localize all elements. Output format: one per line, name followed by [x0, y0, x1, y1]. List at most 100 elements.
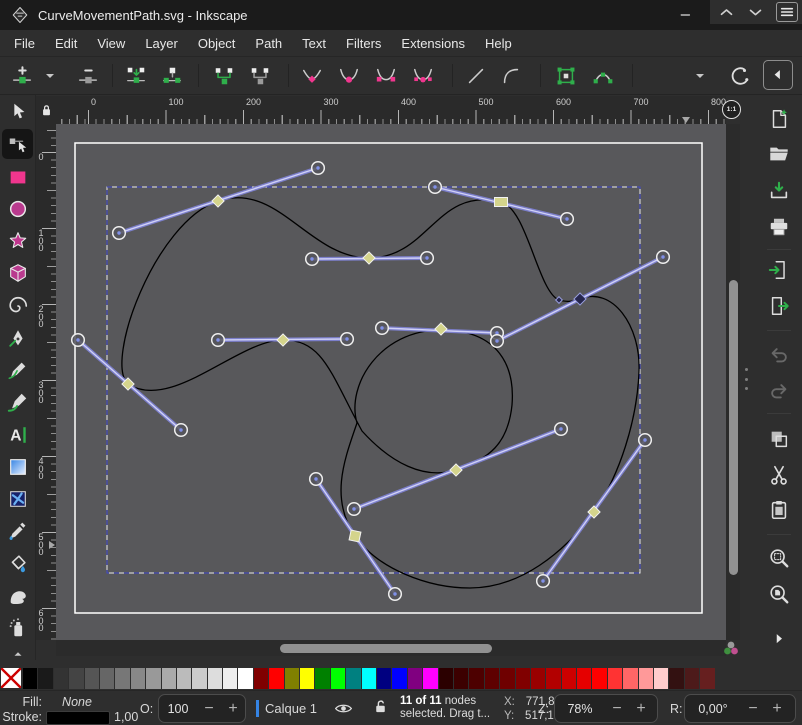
- tool-star[interactable]: [2, 226, 33, 256]
- stroke-width-value[interactable]: 1,00: [114, 710, 138, 724]
- zoom-selection-button[interactable]: [766, 545, 792, 571]
- path-node[interactable]: [556, 297, 563, 304]
- palette-swatch[interactable]: [38, 668, 52, 689]
- menu-item-extensions[interactable]: Extensions: [391, 36, 475, 51]
- zoom-decrease-button[interactable]: −: [605, 700, 629, 718]
- path-node[interactable]: [277, 334, 289, 346]
- palette-swatch[interactable]: [454, 668, 468, 689]
- zoom-page-button[interactable]: [766, 581, 792, 607]
- palette-swatch[interactable]: [300, 668, 314, 689]
- palette-swatch[interactable]: [408, 668, 422, 689]
- path-node[interactable]: [363, 252, 375, 264]
- palette-swatch[interactable]: [269, 668, 283, 689]
- node-corner-button[interactable]: [299, 63, 325, 89]
- tool-selector[interactable]: [2, 97, 33, 127]
- palette-swatch[interactable]: [208, 668, 222, 689]
- palette-swatch[interactable]: [700, 668, 714, 689]
- path-node[interactable]: [349, 530, 361, 542]
- stroke-color-swatch[interactable]: [46, 711, 110, 725]
- node-delete-button[interactable]: [75, 63, 101, 89]
- palette-swatch[interactable]: [23, 668, 37, 689]
- palette-swatch[interactable]: [592, 668, 606, 689]
- palette-swatch[interactable]: [238, 668, 252, 689]
- opacity-value[interactable]: 100: [159, 702, 197, 716]
- palette-swatch[interactable]: [546, 668, 560, 689]
- node-insert-button[interactable]: [9, 63, 35, 89]
- panel-resize-grip[interactable]: [743, 368, 749, 390]
- path-node[interactable]: [495, 198, 508, 207]
- palette-swatch[interactable]: [331, 668, 345, 689]
- tool-text[interactable]: A: [2, 420, 33, 450]
- rotation-increase-button[interactable]: +: [765, 700, 789, 718]
- chevron-down-button[interactable]: [687, 63, 713, 89]
- path-node[interactable]: [435, 323, 447, 335]
- palette-swatch[interactable]: [485, 668, 499, 689]
- tool-node-editor[interactable]: [2, 129, 33, 159]
- folder-open-button[interactable]: [766, 141, 792, 167]
- tool-dropper[interactable]: [2, 516, 33, 546]
- horizontal-scrollbar-thumb[interactable]: [280, 644, 492, 653]
- palette-swatch[interactable]: [516, 668, 530, 689]
- palette-scroll-up-button[interactable]: [718, 4, 735, 21]
- menu-item-path[interactable]: Path: [245, 36, 292, 51]
- menu-item-file[interactable]: File: [4, 36, 45, 51]
- tool-calligraphy[interactable]: [2, 387, 33, 417]
- chevron-down-button[interactable]: [37, 63, 63, 89]
- minimize-button[interactable]: [664, 0, 710, 30]
- import-button[interactable]: [766, 257, 792, 283]
- palette-swatch[interactable]: [254, 668, 268, 689]
- palette-swatch[interactable]: [469, 668, 483, 689]
- menu-item-view[interactable]: View: [87, 36, 135, 51]
- palette-swatch[interactable]: [69, 668, 83, 689]
- palette-swatch[interactable]: [623, 668, 637, 689]
- palette-swatch[interactable]: [669, 668, 683, 689]
- palette-swatch[interactable]: [192, 668, 206, 689]
- palette-scroll-down-button[interactable]: [747, 4, 764, 21]
- palette-swatch[interactable]: [562, 668, 576, 689]
- color-management-icon[interactable]: [722, 640, 740, 656]
- menu-item-filters[interactable]: Filters: [336, 36, 391, 51]
- redo-button[interactable]: [766, 378, 792, 404]
- tool-spiral[interactable]: [2, 291, 33, 321]
- palette-swatch[interactable]: [315, 668, 329, 689]
- fill-value[interactable]: None: [46, 695, 108, 709]
- palette-swatch[interactable]: [223, 668, 237, 689]
- zoom-value[interactable]: 78%: [555, 702, 605, 716]
- palette-swatch[interactable]: [439, 668, 453, 689]
- stroke-to-path-button[interactable]: [590, 63, 616, 89]
- palette-swatch[interactable]: [131, 668, 145, 689]
- segment-join-button[interactable]: [211, 63, 237, 89]
- tool-tweak[interactable]: [2, 581, 33, 611]
- menu-item-edit[interactable]: Edit: [45, 36, 87, 51]
- layer-visibility-eye-icon[interactable]: [334, 699, 353, 718]
- palette-swatch[interactable]: [500, 668, 514, 689]
- export-button[interactable]: [766, 293, 792, 319]
- zoom-spinner[interactable]: 78% − +: [554, 694, 658, 723]
- node-auto-button[interactable]: [410, 63, 436, 89]
- palette-swatch[interactable]: [362, 668, 376, 689]
- printer-button[interactable]: [766, 214, 792, 240]
- vertical-scrollbar-thumb[interactable]: [729, 280, 738, 575]
- rotation-value[interactable]: 0,00°: [685, 702, 741, 716]
- menu-item-text[interactable]: Text: [292, 36, 336, 51]
- object-to-path-button[interactable]: [553, 63, 579, 89]
- document-new-button[interactable]: [766, 106, 792, 132]
- palette-swatch[interactable]: [423, 668, 437, 689]
- path-node[interactable]: [212, 195, 224, 207]
- palette-swatch[interactable]: [115, 668, 129, 689]
- palette-swatch[interactable]: [577, 668, 591, 689]
- layer-name[interactable]: Calque 1: [265, 701, 317, 716]
- layer-lock-icon[interactable]: [372, 698, 389, 715]
- rotation-spinner[interactable]: 0,00° − +: [684, 694, 796, 723]
- horizontal-scrollbar[interactable]: [56, 640, 726, 656]
- opacity-decrease-button[interactable]: −: [197, 700, 221, 718]
- node-symmetric-button[interactable]: [373, 63, 399, 89]
- palette-swatch[interactable]: [54, 668, 68, 689]
- node-break-button[interactable]: [159, 63, 185, 89]
- toolbox-overflow-arrow[interactable]: [2, 639, 33, 669]
- node-smooth-button[interactable]: [336, 63, 362, 89]
- palette-swatch[interactable]: [531, 668, 545, 689]
- palette-swatch[interactable]: [346, 668, 360, 689]
- segment-delete-button[interactable]: [247, 63, 273, 89]
- opacity-increase-button[interactable]: +: [221, 700, 245, 718]
